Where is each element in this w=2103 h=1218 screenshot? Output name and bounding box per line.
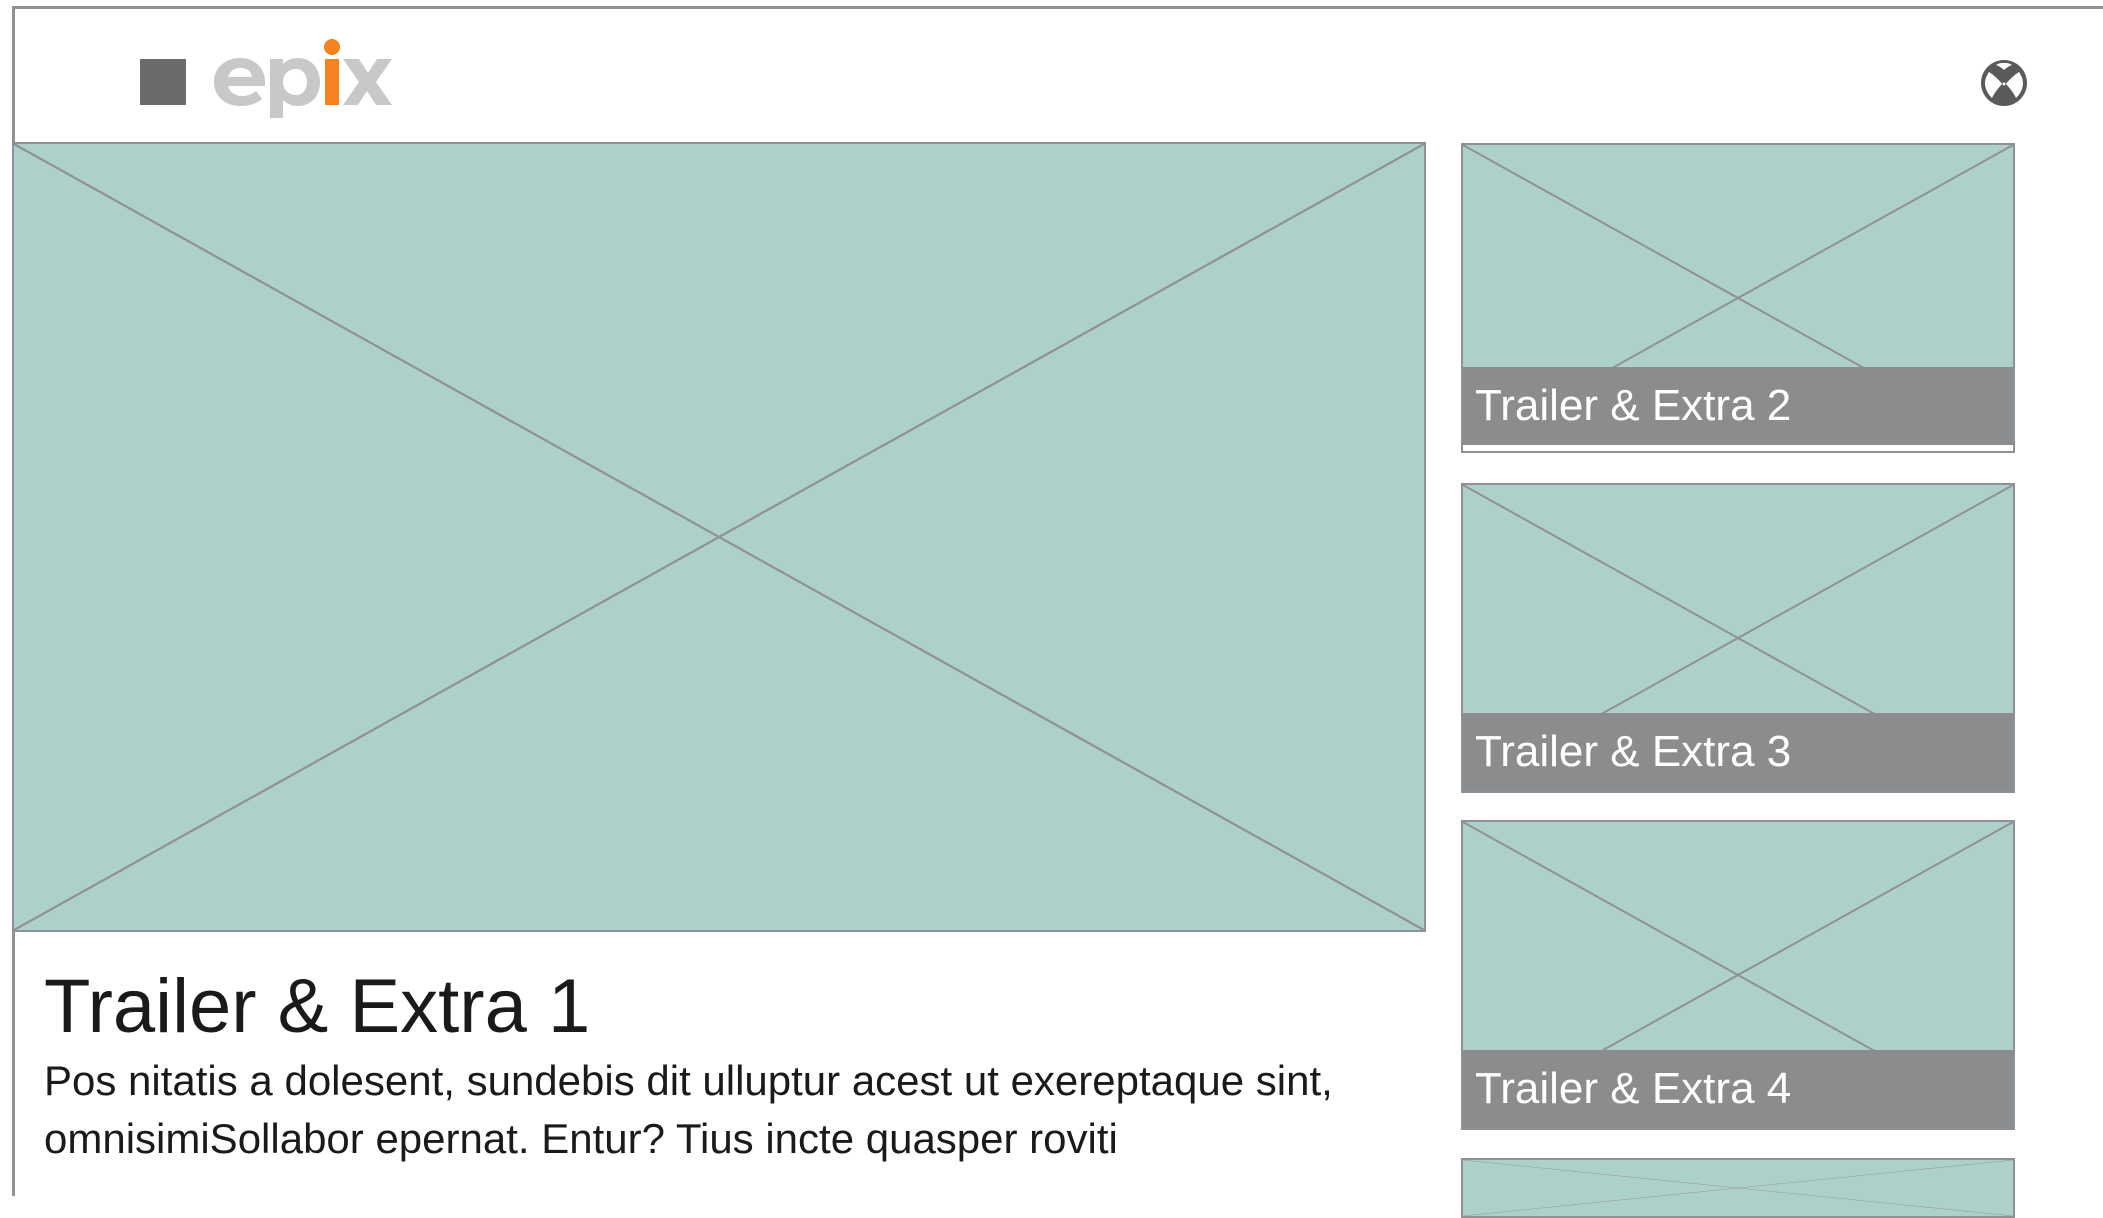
extra-tile-5[interactable]: [1461, 1158, 2015, 1218]
extra-tile-label: Trailer & Extra 3: [1463, 713, 2013, 791]
app-logo[interactable]: [140, 38, 392, 118]
hero-image[interactable]: [12, 142, 1426, 932]
hero-description: Pos nitatis a dolesent, sundebis dit ull…: [44, 1057, 1333, 1162]
focus-underline: [1463, 445, 2013, 451]
logo-square-icon: [140, 59, 186, 105]
hero-title: Trailer & Extra 1: [44, 964, 591, 1049]
xbox-icon[interactable]: [1980, 59, 2028, 107]
extra-tile-4[interactable]: Trailer & Extra 4: [1461, 820, 2015, 1130]
extra-tile-label: Trailer & Extra 2: [1463, 367, 2013, 445]
image-placeholder-icon: [14, 144, 1424, 930]
extra-tile-2[interactable]: Trailer & Extra 2: [1461, 143, 2015, 453]
epix-logo-icon: [214, 39, 392, 118]
image-placeholder-icon: [1463, 1160, 2013, 1216]
extra-tile-3[interactable]: Trailer & Extra 3: [1461, 483, 2015, 793]
extra-tile-label: Trailer & Extra 4: [1463, 1050, 2013, 1128]
